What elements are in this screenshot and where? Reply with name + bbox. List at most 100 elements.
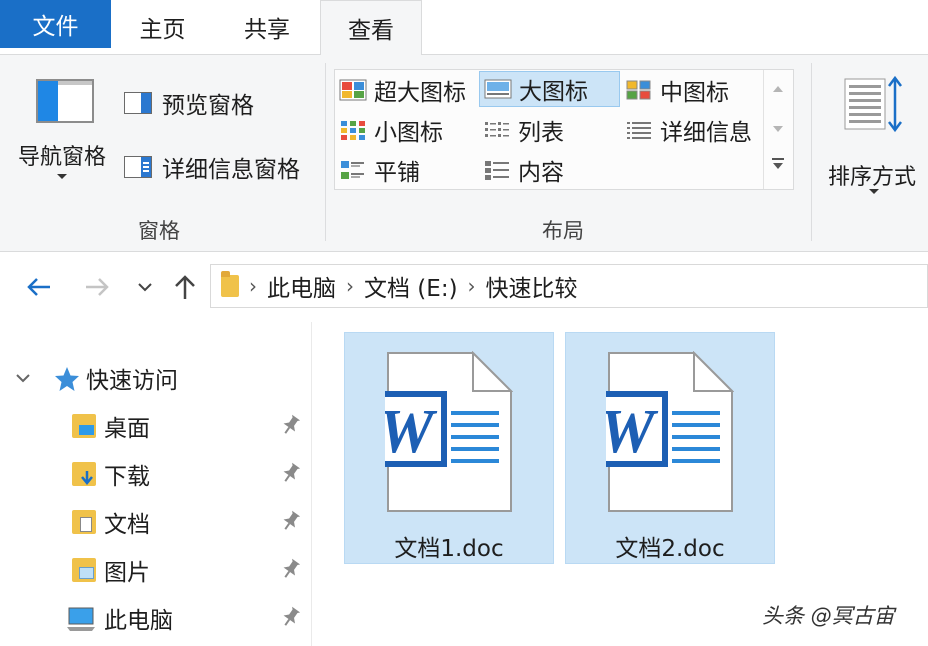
forward-button[interactable]	[82, 272, 112, 302]
pin-icon[interactable]	[282, 606, 301, 628]
sidebar-item-desktop[interactable]: 桌面	[72, 406, 150, 446]
layout-small-icons[interactable]: 小图标	[339, 112, 479, 148]
scroll-up-icon[interactable]	[773, 86, 783, 92]
breadcrumb-chevron-icon[interactable]: ›	[468, 274, 476, 298]
layout-content[interactable]: 内容	[483, 152, 623, 188]
downloads-folder-icon	[72, 462, 96, 486]
layout-label: 超大图标	[374, 80, 466, 106]
pin-icon[interactable]	[282, 414, 301, 436]
preview-pane-button[interactable]: 预览窗格	[124, 85, 254, 121]
navigation-pane: 快速访问 桌面 下载 文档 图片 此电脑	[0, 322, 312, 646]
word-document-icon: W	[586, 350, 735, 514]
desktop-folder-icon	[72, 414, 96, 438]
tab-file[interactable]: 文件	[0, 0, 111, 48]
sidebar-item-downloads[interactable]: 下载	[72, 454, 150, 494]
star-icon	[54, 366, 79, 391]
layout-large-icons[interactable]: 大图标	[479, 71, 620, 107]
ribbon-tabbar: 文件 主页 共享 查看	[0, 0, 928, 55]
layout-label: 平铺	[374, 160, 420, 186]
gallery-more-line	[772, 158, 784, 160]
chevron-down-icon	[138, 283, 152, 292]
tab-view[interactable]: 查看	[320, 0, 422, 55]
navigation-pane-label: 导航窗格	[17, 145, 106, 170]
layout-details[interactable]: 详细信息	[625, 112, 765, 148]
tab-home[interactable]: 主页	[111, 0, 214, 54]
sidebar-item-label: 快速访问	[86, 368, 178, 394]
breadcrumb-chevron-icon[interactable]: ›	[249, 274, 257, 298]
address-bar[interactable]: › 此电脑 › 文档 (E:) › 快速比较	[210, 264, 928, 308]
medium-icons-icon	[625, 79, 653, 101]
file-name: 文档2.doc	[615, 536, 725, 562]
list-view-icon	[483, 119, 511, 141]
pictures-folder-icon	[72, 558, 96, 582]
small-icons-icon	[339, 119, 367, 141]
navigation-pane-button[interactable]: 导航窗格	[8, 75, 116, 215]
group-divider	[811, 63, 812, 241]
up-arrow-icon	[175, 275, 195, 299]
computer-icon	[66, 606, 96, 631]
large-icons-icon	[484, 78, 512, 100]
forward-arrow-icon	[86, 278, 109, 296]
layout-label: 中图标	[660, 80, 729, 106]
sort-by-label: 排序方式	[827, 165, 916, 190]
watermark-text: 头条 @冥古宙	[762, 604, 895, 628]
back-arrow-icon	[27, 278, 50, 296]
navigation-pane-icon	[36, 79, 94, 123]
pin-icon[interactable]	[282, 558, 301, 580]
sidebar-item-this-pc[interactable]: 此电脑	[66, 598, 173, 638]
chevron-down-icon[interactable]	[14, 372, 32, 384]
sidebar-item-label: 此电脑	[104, 608, 173, 634]
folder-icon	[221, 271, 239, 297]
chevron-down-icon	[869, 189, 879, 194]
sidebar-item-quick-access[interactable]: 快速访问	[14, 358, 178, 398]
panes-group-label: 窗格	[138, 219, 180, 243]
file-item[interactable]: W 文档1.doc	[344, 332, 554, 564]
layout-tiles[interactable]: 平铺	[339, 152, 479, 188]
layout-label: 小图标	[374, 120, 443, 146]
details-pane-button[interactable]: 详细信息窗格	[124, 149, 300, 185]
layout-list[interactable]: 列表	[483, 112, 623, 148]
back-button[interactable]	[24, 272, 54, 302]
sidebar-item-label: 文档	[104, 512, 150, 538]
scroll-down-icon[interactable]	[773, 126, 783, 132]
layout-label: 详细信息	[660, 120, 752, 146]
layout-group-label: 布局	[542, 219, 584, 243]
file-item[interactable]: W 文档2.doc	[565, 332, 775, 564]
layout-label: 内容	[518, 160, 564, 186]
layout-label: 大图标	[519, 79, 588, 105]
preview-pane-label: 预览窗格	[162, 93, 254, 119]
file-name: 文档1.doc	[394, 536, 504, 562]
navigation-bar: › 此电脑 › 文档 (E:) › 快速比较	[0, 252, 928, 322]
pin-icon[interactable]	[282, 510, 301, 532]
breadcrumb-item-current[interactable]: 快速比较	[486, 269, 578, 303]
sidebar-item-label: 图片	[104, 560, 150, 586]
tiles-view-icon	[339, 159, 367, 181]
breadcrumb-chevron-icon[interactable]: ›	[346, 274, 354, 298]
documents-folder-icon	[72, 510, 96, 534]
layout-gallery-scroll	[763, 70, 793, 189]
details-view-icon	[625, 119, 653, 141]
sidebar-item-label: 桌面	[104, 416, 150, 442]
sidebar-item-label: 下载	[104, 464, 150, 490]
recent-locations-button[interactable]	[130, 272, 160, 302]
sort-by-icon	[844, 75, 906, 139]
layout-label: 列表	[518, 120, 564, 146]
chevron-down-icon	[57, 174, 67, 179]
sidebar-item-pictures[interactable]: 图片	[72, 550, 150, 590]
sidebar-item-documents[interactable]: 文档	[72, 502, 150, 542]
tab-share[interactable]: 共享	[214, 0, 320, 54]
svg-text:W: W	[385, 398, 437, 466]
up-button[interactable]	[170, 272, 200, 302]
details-pane-icon	[124, 156, 152, 178]
ribbon-panel: 导航窗格 预览窗格 详细信息窗格 窗格 超大图标 大图标 中图标 小图标 列表 …	[0, 54, 928, 252]
breadcrumb-item[interactable]: 此电脑	[267, 269, 336, 303]
pin-icon[interactable]	[282, 462, 301, 484]
sort-by-button[interactable]: 排序方式	[818, 73, 928, 213]
layout-extra-large-icons[interactable]: 超大图标	[339, 72, 479, 108]
preview-pane-icon	[124, 92, 152, 114]
gallery-expand-icon[interactable]	[773, 163, 783, 169]
breadcrumb-item[interactable]: 文档 (E:)	[364, 269, 458, 303]
group-divider	[325, 63, 326, 241]
content-view-icon	[483, 159, 511, 181]
layout-medium-icons[interactable]: 中图标	[625, 72, 765, 108]
